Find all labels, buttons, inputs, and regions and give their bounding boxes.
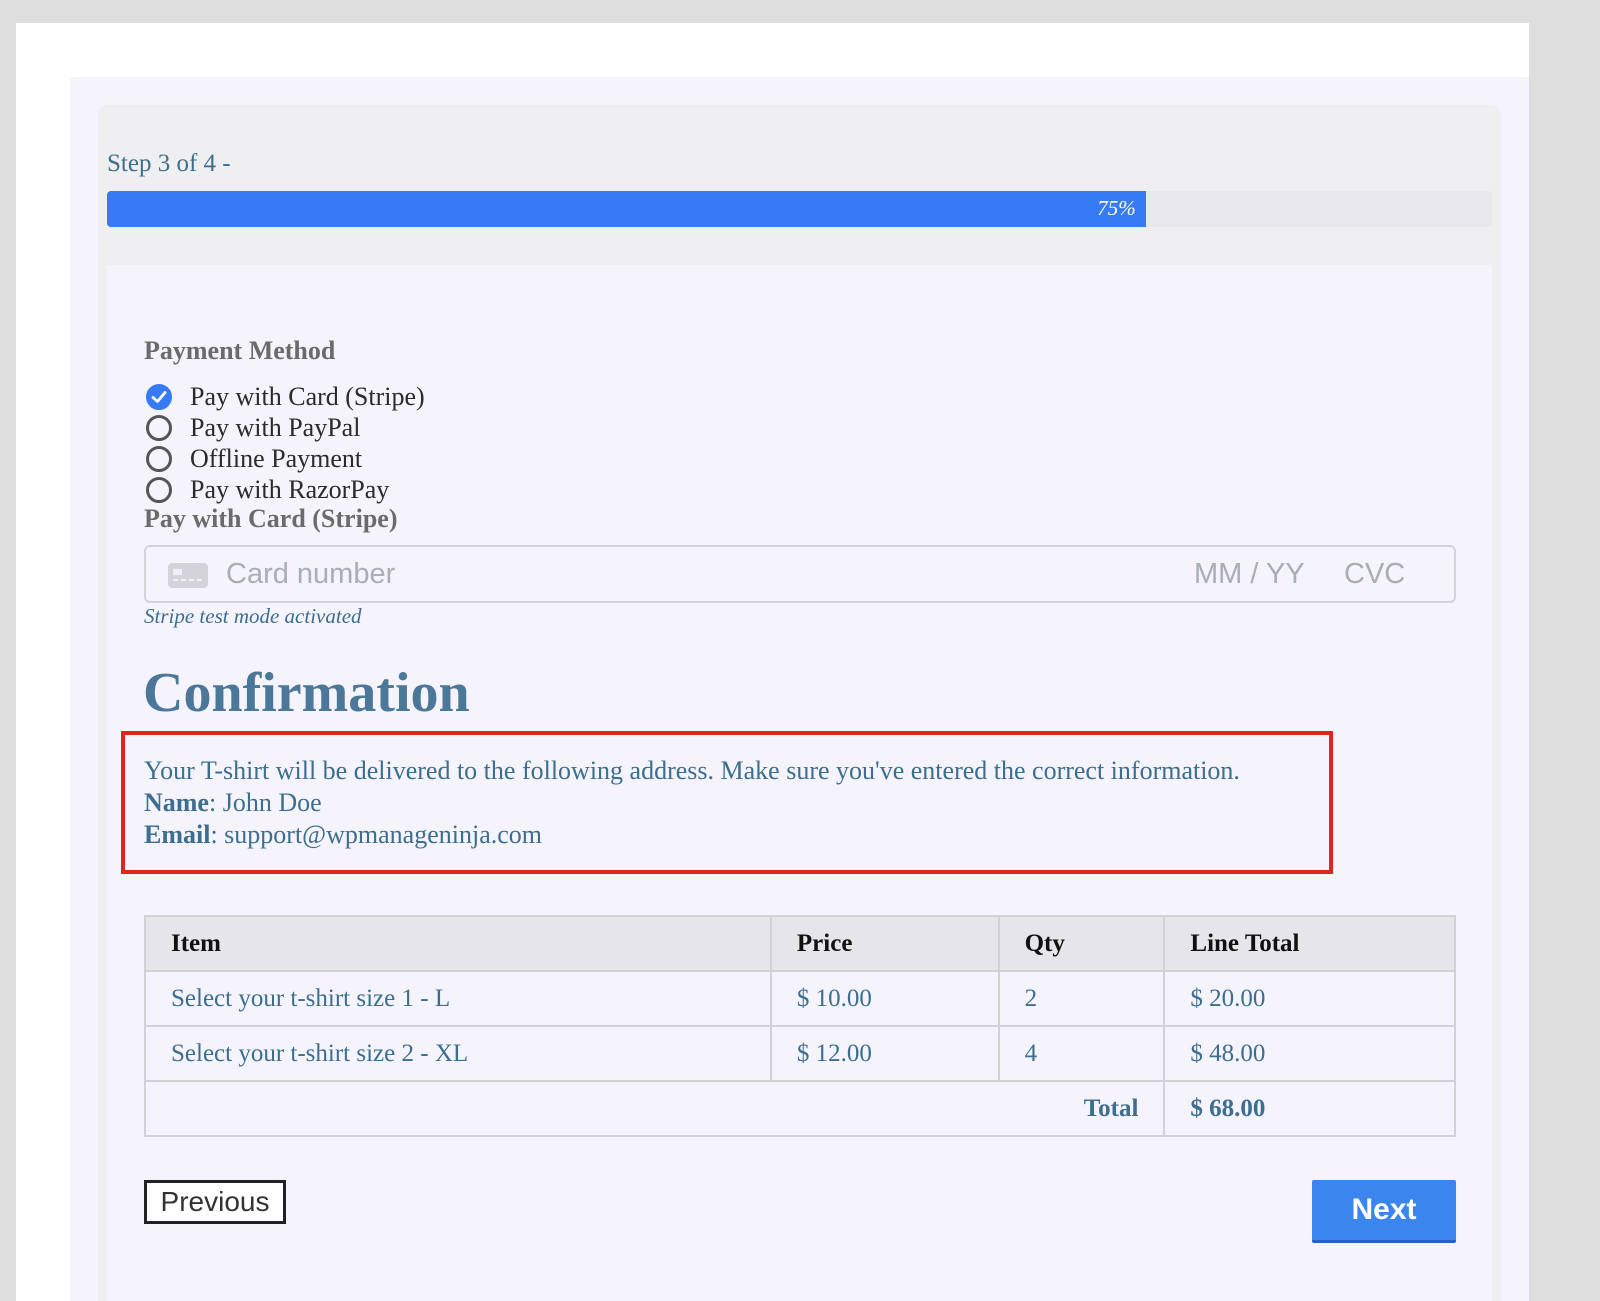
cell-price: $ 10.00 [769, 970, 1000, 1027]
cell-qty: 4 [997, 1025, 1166, 1082]
progress-percent: 75% [1097, 196, 1136, 220]
cell-line-total: $ 20.00 [1163, 970, 1456, 1027]
table-header-row: Item Price Qty Line Total [144, 915, 1456, 972]
progress-fill: 75% [107, 191, 1146, 227]
table-total-row: Total $ 68.00 [143, 1080, 1456, 1137]
payment-option-stripe[interactable]: Pay with Card (Stripe) [146, 382, 425, 412]
radio-unchecked-icon[interactable] [146, 415, 172, 441]
cell-item: Select your t-shirt size 1 - L [144, 970, 772, 1027]
confirmation-heading: Confirmation [143, 662, 470, 724]
order-summary-table: Item Price Qty Line Total Select your t-… [143, 915, 1456, 1137]
total-value: $ 68.00 [1163, 1080, 1456, 1137]
column-header-item: Item [144, 915, 772, 972]
previous-button[interactable]: Previous [144, 1180, 286, 1224]
cell-qty: 2 [997, 970, 1166, 1027]
card-cvc-placeholder[interactable]: CVC [1344, 558, 1405, 591]
card-number-field[interactable]: Card number MM / YY CVC [144, 545, 1456, 603]
email-value: : support@wpmanageninja.com [210, 820, 542, 849]
email-label: Email [144, 820, 211, 849]
radio-checked-icon[interactable] [146, 384, 172, 410]
payment-option-razorpay[interactable]: Pay with RazorPay [146, 475, 389, 505]
payment-option-label: Pay with PayPal [190, 413, 361, 442]
table-row: Select your t-shirt size 1 - L $ 10.00 2… [144, 970, 1456, 1027]
confirmation-name: Name: John Doe [144, 788, 322, 818]
cell-price: $ 12.00 [769, 1025, 1000, 1082]
cell-item: Select your t-shirt size 2 - XL [144, 1025, 772, 1082]
cell-line-total: $ 48.00 [1163, 1025, 1456, 1082]
progress-bar: 75% [107, 191, 1492, 227]
name-value: : John Doe [208, 788, 322, 817]
credit-card-icon [168, 563, 208, 588]
card-number-placeholder[interactable]: Card number [226, 558, 395, 591]
payment-option-label: Offline Payment [190, 444, 363, 473]
column-header-line-total: Line Total [1163, 915, 1456, 972]
payment-option-paypal[interactable]: Pay with PayPal [146, 413, 360, 443]
name-label: Name [144, 788, 209, 817]
payment-method-label: Payment Method [144, 336, 336, 365]
confirmation-email: Email: support@wpmanageninja.com [144, 820, 542, 850]
payment-option-label: Pay with RazorPay [190, 475, 390, 504]
step-indicator: Step 3 of 4 - [107, 150, 231, 177]
payment-option-label: Pay with Card (Stripe) [190, 382, 425, 411]
radio-unchecked-icon[interactable] [146, 446, 172, 472]
payment-option-offline[interactable]: Offline Payment [146, 444, 362, 474]
confirmation-message: Your T-shirt will be delivered to the fo… [144, 756, 1240, 785]
card-expiry-placeholder[interactable]: MM / YY [1194, 558, 1305, 591]
stripe-test-mode-note: Stripe test mode activated [144, 604, 362, 628]
table-row: Select your t-shirt size 2 - XL $ 12.00 … [144, 1025, 1456, 1082]
radio-unchecked-icon[interactable] [146, 477, 172, 503]
next-button[interactable]: Next [1312, 1180, 1456, 1243]
column-header-price: Price [769, 915, 1000, 972]
column-header-qty: Qty [997, 915, 1166, 972]
total-label: Total [143, 1080, 1166, 1137]
stripe-card-label: Pay with Card (Stripe) [144, 504, 398, 533]
